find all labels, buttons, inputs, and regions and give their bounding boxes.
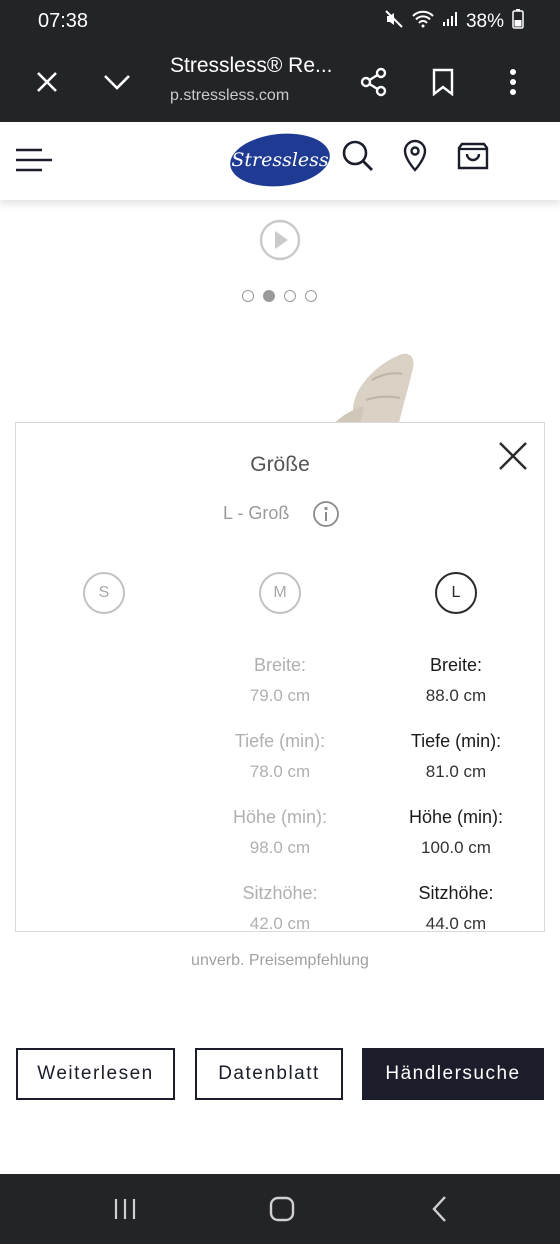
status-bar: 07:38 38% <box>0 0 560 42</box>
logo-text: Stressless <box>231 149 329 171</box>
width-value: 88.0 cm <box>425 686 487 705</box>
height-label: Höhe (min): <box>232 807 328 827</box>
price-note: unverb. Preisempfehlung <box>191 952 369 969</box>
back-button[interactable] <box>424 1193 456 1225</box>
carousel-dot[interactable] <box>305 290 317 302</box>
depth-label: Tiefe (min): <box>234 731 326 751</box>
shopping-bag-icon <box>457 142 489 170</box>
size-option-l[interactable]: L <box>435 572 477 614</box>
home-icon <box>269 1196 295 1222</box>
height-label: Höhe (min): <box>408 807 504 827</box>
size-option-m[interactable]: M <box>259 572 301 614</box>
play-video-button[interactable] <box>259 219 301 261</box>
home-button[interactable] <box>266 1193 298 1225</box>
menu-icon <box>16 148 52 172</box>
carousel-dot[interactable] <box>284 290 296 302</box>
height-value: 98.0 cm <box>249 838 311 857</box>
search-button[interactable] <box>340 138 376 174</box>
menu-button[interactable] <box>14 144 54 176</box>
bookmark-button[interactable] <box>421 60 465 104</box>
browser-toolbar: Stressless® Re... p.stressless.com <box>0 42 560 122</box>
depth-value: 81.0 cm <box>425 762 487 781</box>
share-button[interactable] <box>352 60 396 104</box>
battery-icon <box>512 9 524 35</box>
battery-text: 38% <box>465 11 504 32</box>
search-icon <box>342 140 373 171</box>
seat-height-label: Sitzhöhe: <box>418 883 494 903</box>
product-image <box>300 350 420 430</box>
site-header: Stressless <box>0 122 560 200</box>
recent-apps-button[interactable] <box>109 1193 141 1225</box>
carousel-dot[interactable] <box>263 290 275 302</box>
size-info-button[interactable] <box>312 500 340 528</box>
bookmark-icon <box>432 68 454 96</box>
collapse-button[interactable] <box>95 60 139 104</box>
close-panel-button[interactable] <box>496 439 530 473</box>
width-label: Breite: <box>429 655 483 675</box>
size-info-panel: Größe L - Groß S M L Breite: 79.0 cm Tie… <box>15 422 545 932</box>
info-icon <box>313 501 339 527</box>
close-icon <box>499 442 527 470</box>
depth-label: Tiefe (min): <box>410 731 502 751</box>
read-more-button[interactable]: Weiterlesen <box>16 1048 175 1100</box>
store-locator-button[interactable] <box>397 138 433 174</box>
panel-title: Größe <box>250 453 310 476</box>
page-url[interactable]: p.stressless.com <box>170 87 289 105</box>
mute-icon <box>384 9 404 35</box>
datasheet-button[interactable]: Datenblatt <box>195 1048 343 1100</box>
dimensions-l: Breite: 88.0 cm Tiefe (min): 81.0 cm Höh… <box>376 655 536 932</box>
dimensions-m: Breite: 79.0 cm Tiefe (min): 78.0 cm Höh… <box>200 655 360 932</box>
size-option-s[interactable]: S <box>83 572 125 614</box>
stressless-logo[interactable]: Stressless <box>229 132 331 188</box>
more-vertical-icon <box>510 69 516 95</box>
recent-apps-icon <box>114 1199 136 1219</box>
depth-value: 78.0 cm <box>249 762 311 781</box>
back-icon <box>432 1196 446 1222</box>
seat-height-label: Sitzhöhe: <box>242 883 318 903</box>
carousel-dot[interactable] <box>242 290 254 302</box>
location-pin-icon <box>403 139 427 172</box>
close-tab-button[interactable] <box>25 60 69 104</box>
chevron-down-icon <box>104 75 130 90</box>
seat-height-value: 42.0 cm <box>249 914 311 932</box>
share-icon <box>360 67 387 97</box>
seat-height-value: 44.0 cm <box>425 914 487 932</box>
cart-button[interactable] <box>455 138 491 174</box>
selected-size-label: L - Groß <box>223 503 290 523</box>
play-icon <box>259 219 301 261</box>
dealer-search-button[interactable]: Händlersuche <box>362 1048 544 1100</box>
status-icons: 38% <box>384 9 524 35</box>
signal-icon <box>442 11 458 33</box>
width-label: Breite: <box>253 655 307 675</box>
more-options-button[interactable] <box>491 60 535 104</box>
status-time: 07:38 <box>38 10 89 32</box>
system-nav-bar <box>0 1174 560 1244</box>
carousel-indicator <box>242 290 317 302</box>
width-value: 79.0 cm <box>249 686 311 705</box>
wifi-icon <box>412 10 434 34</box>
height-value: 100.0 cm <box>421 838 491 857</box>
close-icon <box>37 72 57 92</box>
page-title[interactable]: Stressless® Re... <box>170 54 333 78</box>
